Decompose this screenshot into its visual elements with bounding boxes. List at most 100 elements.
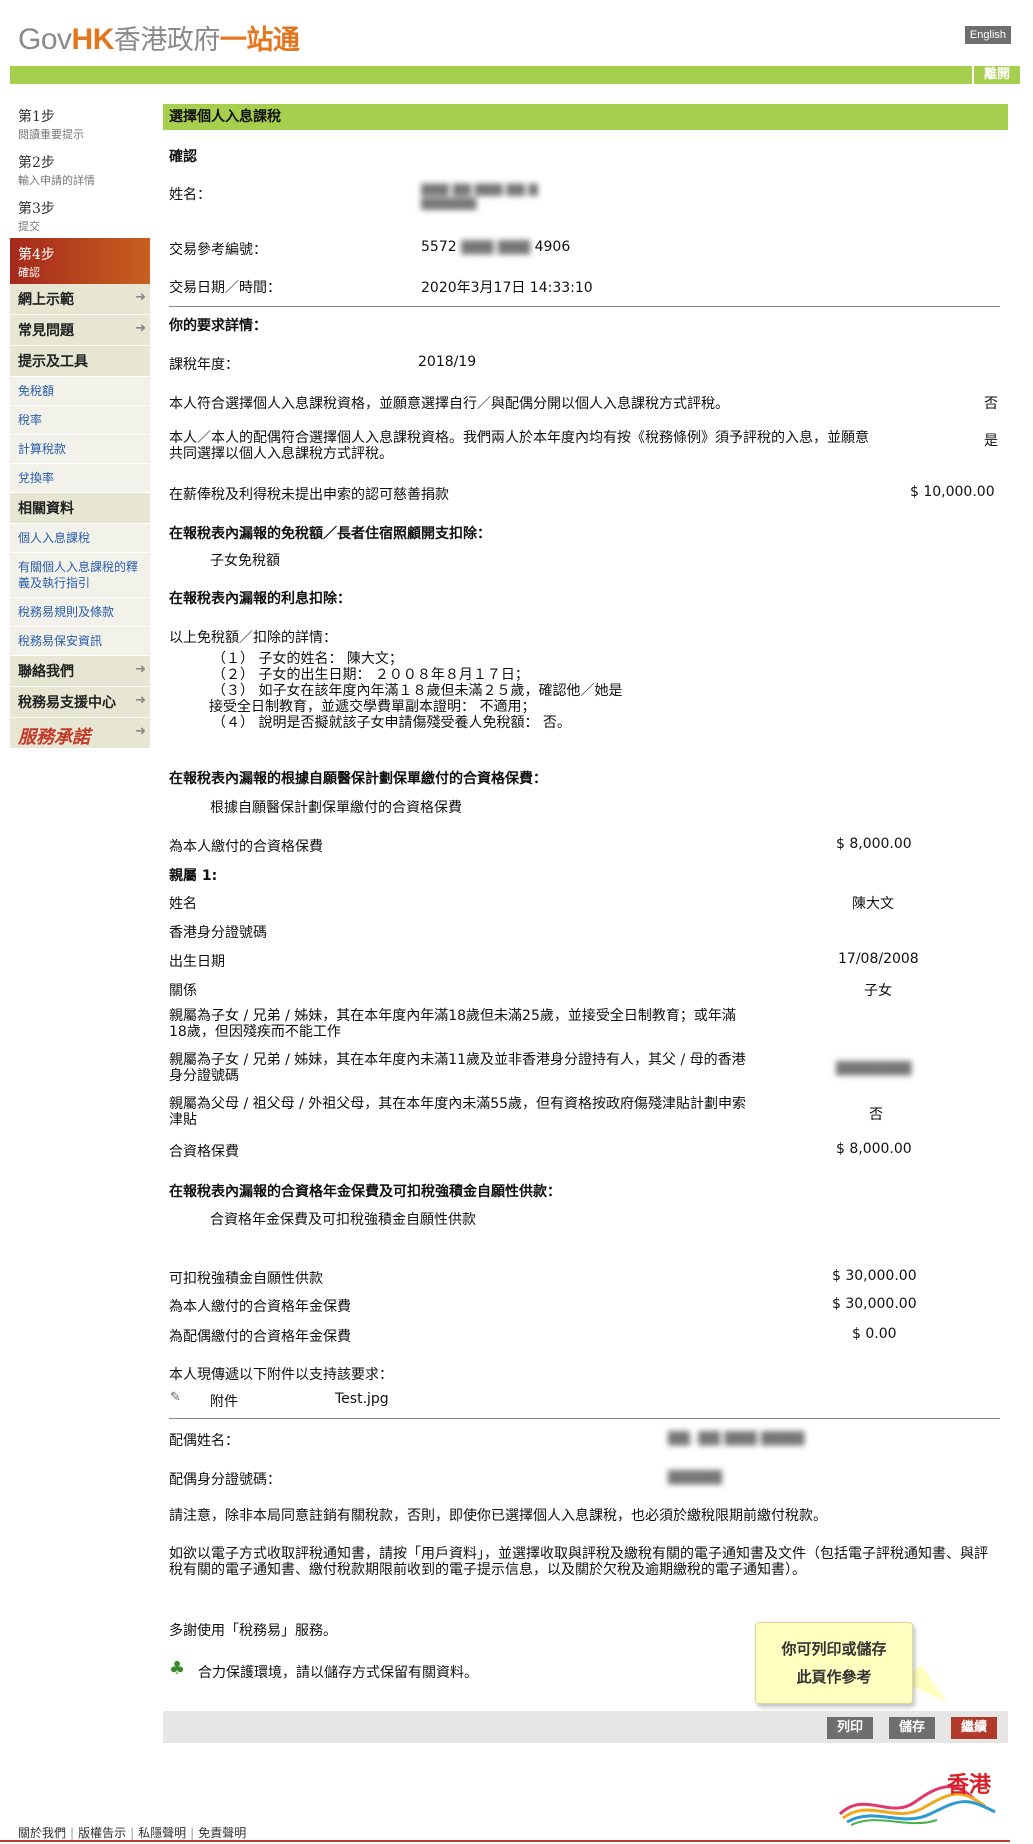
rel-q3: 親屬為父母 / 祖父母 / 外祖父母，其在本年度內未滿55歲，但有資格按政府傷殘… xyxy=(169,1096,747,1128)
header: GovHK香港政府一站通 English xyxy=(0,0,1033,66)
rel-premium-label: 合資格保費 xyxy=(169,1144,239,1160)
spouse-name-redacted: ▇▇, ▇▇ ▇▇▇ ▇▇▇▇ xyxy=(668,1430,805,1446)
footer-bar xyxy=(0,1840,1010,1842)
notice-pay-tax: 請注意，除非本局同意註銷有關稅款，否則，即使你已選擇個人入息課稅，也必須於繳稅限… xyxy=(169,1508,827,1524)
rel-relation-label: 關係 xyxy=(169,983,197,999)
confirm-heading: 確認 xyxy=(169,149,197,165)
top-bar: 離開 xyxy=(10,66,1020,84)
annuity-self-value: $ 30,000.00 xyxy=(832,1296,917,1312)
rel-premium-value: $ 8,000.00 xyxy=(836,1141,912,1157)
relative-heading: 親屬 1: xyxy=(169,868,218,884)
sidebar-link-personal-assessment[interactable]: 個人入息課稅 xyxy=(10,524,150,553)
mpf-item: 合資格年金保費及可扣稅強積金自願性供款 xyxy=(210,1212,476,1228)
arrow-right-icon: ➜ xyxy=(135,693,146,708)
sidebar-item-demo[interactable]: 網上示範 ➜ xyxy=(10,284,150,315)
self-premium-label: 為本人繳付的合資格保費 xyxy=(169,839,323,855)
footer-link-about[interactable]: 關於我們 xyxy=(18,1826,66,1840)
footer-link-copyright[interactable]: 版權告示 xyxy=(78,1826,126,1840)
year-label: 課稅年度： xyxy=(169,357,239,373)
arrow-right-icon: ➜ xyxy=(135,662,146,677)
annuity-self-label: 為本人繳付的合資格年金保費 xyxy=(169,1299,351,1315)
sidebar-link-allowances[interactable]: 免稅額 xyxy=(10,377,150,406)
allowance-heading: 在報稅表內漏報的免稅額／長者住宿照顧開支扣除： xyxy=(169,526,491,542)
main-content: 選擇個人入息課稅 xyxy=(163,104,1008,130)
q2-text: 本人／本人的配偶符合選擇個人入息課稅資格。我們兩人於本年度內均有按《稅務條例》須… xyxy=(169,430,869,462)
sidebar-link-dipn[interactable]: 有關個人入息課稅的釋義及執行指引 xyxy=(10,553,150,598)
step-3: 第3步 提交 xyxy=(18,201,55,233)
sidebar-link-tax-rates[interactable]: 稅率 xyxy=(10,406,150,435)
sidebar-link-tax-calculator[interactable]: 計算稅款 xyxy=(10,435,150,464)
sidebar-item-contact[interactable]: 聯絡我們 ➜ xyxy=(10,656,150,687)
vhis-item: 根據自願醫保計劃保單繳付的合資格保費 xyxy=(210,800,462,816)
name-label: 姓名： xyxy=(169,187,211,203)
divider xyxy=(169,306,1000,307)
english-button[interactable]: English xyxy=(964,26,1011,44)
brand-hong-kong-logo: 香港 xyxy=(838,1773,996,1826)
rel-hkid-label: 香港身分證號碼 xyxy=(169,925,267,941)
sidebar-section-related: 相關資料 xyxy=(10,493,150,524)
rel-name-label: 姓名 xyxy=(169,896,197,912)
sidebar-item-support[interactable]: 稅務易支援中心 ➜ xyxy=(10,687,150,718)
attach-file-link[interactable]: Test.jpg xyxy=(335,1391,389,1407)
spouse-id-label: 配偶身分證號碼： xyxy=(169,1472,281,1488)
q1-value: 否 xyxy=(984,396,998,412)
ref-label: 交易參考編號： xyxy=(169,242,267,258)
arrow-right-icon: ➜ xyxy=(135,724,146,739)
divider xyxy=(169,1418,1000,1419)
q2-value: 是 xyxy=(984,433,998,449)
step-1: 第1步 閱讀重要提示 xyxy=(18,109,84,141)
arrow-right-icon: ➜ xyxy=(135,321,146,336)
year-value: 2018/19 xyxy=(418,354,477,370)
annuity-spouse-value: $ 0.00 xyxy=(852,1326,897,1342)
tooltip: 你可列印或儲存 此頁作參考 xyxy=(755,1622,913,1704)
attach-label: 附件 xyxy=(210,1394,238,1410)
thanks-text: 多謝使用「稅務易」服務。 xyxy=(169,1623,337,1639)
details-heading: 你的要求詳情： xyxy=(169,318,267,334)
date-label: 交易日期／時間： xyxy=(169,280,281,296)
sidebar-item-pledge[interactable]: 服務承諾 ➜ xyxy=(10,718,150,748)
tree-icon: ♣ xyxy=(169,1658,186,1679)
save-button[interactable]: 儲存 xyxy=(889,1717,936,1739)
vhis-heading: 在報稅表內漏報的根據自願醫保計劃保單繳付的合資格保費： xyxy=(169,771,547,787)
svg-text:香港: 香港 xyxy=(947,1773,992,1798)
name-value-redacted: ▇▇▇ ▇▇ ▇▇▇ ▇▇ ▇ ▇▇▇▇▇▇ xyxy=(421,182,538,210)
attach-intro: 本人現傳遞以下附件以支持該要求： xyxy=(169,1367,393,1383)
rel-q1: 親屬為子女 / 兄弟 / 姊妹，其在本年度內年滿18歲但未滿25歲，並接受全日制… xyxy=(169,1008,736,1040)
ref-redacted: ▇▇▇ ▇▇▇ xyxy=(461,239,531,255)
self-premium-value: $ 8,000.00 xyxy=(836,836,912,852)
date-value: 2020年3月17日 14:33:10 xyxy=(421,280,593,296)
footer-link-privacy[interactable]: 私隱聲明 xyxy=(138,1826,186,1840)
step-4-active: 第4步 確認 xyxy=(10,238,150,284)
continue-button[interactable]: 繼續 xyxy=(951,1717,998,1739)
detail-intro: 以上免稅額／扣除的詳情： xyxy=(169,630,337,646)
sidebar: 第1步 閱讀重要提示 第2步 輸入申請的詳情 第3步 提交 第4步 確認 網上示… xyxy=(10,100,150,748)
ref-value: 5572 ▇▇▇ ▇▇▇ 4906 xyxy=(421,239,571,255)
footer-links: 關於我們 | 版權告示 | 私隱聲明 | 免責聲明 xyxy=(18,1826,247,1840)
arrow-right-icon: ➜ xyxy=(135,290,146,305)
sidebar-section-tools: 提示及工具 xyxy=(10,346,150,377)
page-title: 選擇個人入息課稅 xyxy=(163,104,1008,130)
mpf-heading: 在報稅表內漏報的合資格年金保費及可扣稅強積金自願性供款： xyxy=(169,1184,561,1200)
rel-relation-value: 子女 xyxy=(864,983,892,999)
print-button[interactable]: 列印 xyxy=(827,1717,874,1739)
rel-q2-value-redacted: ▇▇▇▇▇▇▇ xyxy=(836,1060,912,1076)
mpf-tvc-label: 可扣稅強積金自願性供款 xyxy=(169,1271,323,1287)
mpf-tvc-value: $ 30,000.00 xyxy=(832,1268,917,1284)
notice-e-notice: 如欲以電子方式收取評稅通知書，請按「用戶資料」，並選擇收取與評稅及繳稅有關的電子… xyxy=(169,1546,988,1578)
sidebar-item-faq[interactable]: 常見問題 ➜ xyxy=(10,315,150,346)
allowance-item: 子女免稅額 xyxy=(210,553,280,569)
footer-link-disclaimer[interactable]: 免責聲明 xyxy=(198,1826,246,1840)
rel-q2: 親屬為子女 / 兄弟 / 姊妹，其在本年度內未滿11歲及並非香港身分證持有人，其… xyxy=(169,1052,746,1084)
logout-button[interactable]: 離開 xyxy=(971,66,1020,84)
charity-value: $ 10,000.00 xyxy=(910,484,995,500)
interest-heading: 在報稅表內漏報的利息扣除： xyxy=(169,591,351,607)
sidebar-link-exchange-rates[interactable]: 兌換率 xyxy=(10,464,150,493)
charity-label: 在薪俸稅及利得稅未提出申索的認可慈善捐款 xyxy=(169,487,449,503)
annuity-spouse-label: 為配偶繳付的合資格年金保費 xyxy=(169,1329,351,1345)
sidebar-link-security[interactable]: 稅務易保安資訊 xyxy=(10,627,150,656)
rel-name-value: 陳大文 xyxy=(852,896,894,912)
sidebar-link-terms[interactable]: 稅務易規則及條款 xyxy=(10,598,150,627)
spouse-name-label: 配偶姓名： xyxy=(169,1433,239,1449)
q1-text: 本人符合選擇個人入息課稅資格，並願意選擇自行／與配偶分開以個人入息課稅方式評稅。 xyxy=(169,396,729,412)
govhk-logo[interactable]: GovHK香港政府一站通 xyxy=(18,18,300,57)
